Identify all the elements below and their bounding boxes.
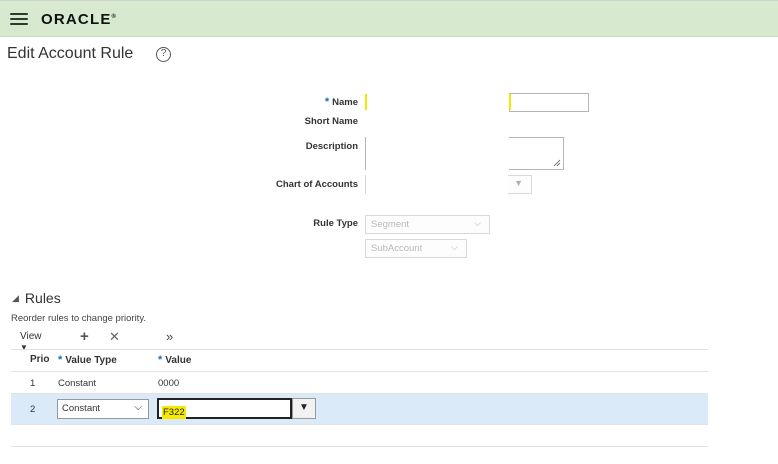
name-field-cursor bbox=[365, 94, 367, 110]
row-divider bbox=[11, 424, 708, 425]
page-title: Edit Account Rule bbox=[7, 45, 134, 62]
column-header-value[interactable]: * Value bbox=[158, 354, 191, 366]
chevron-down-icon: ⌵ bbox=[474, 218, 481, 228]
value-type-selected: Constant bbox=[62, 403, 101, 414]
rules-section-header[interactable]: ◢ Rules bbox=[12, 290, 61, 306]
oracle-logo[interactable]: ORACLE® bbox=[41, 11, 116, 28]
view-label: View bbox=[20, 331, 42, 342]
header-divider bbox=[11, 371, 708, 372]
row-priority: 2 bbox=[30, 404, 36, 415]
value-input-text: F322 bbox=[162, 406, 186, 419]
required-star-icon: * bbox=[158, 354, 163, 366]
top-header-bar: ORACLE® bbox=[0, 0, 778, 37]
column-header-priority[interactable]: Prio bbox=[30, 354, 49, 365]
table-top-border bbox=[11, 349, 708, 350]
frame-top-line bbox=[0, 0, 778, 1]
row-value-type: Constant bbox=[58, 378, 97, 389]
rule-type-select[interactable]: Segment ⌵ bbox=[365, 215, 490, 234]
more-actions-icon[interactable]: » bbox=[166, 329, 173, 344]
segment-value: SubAccount bbox=[371, 243, 423, 254]
chart-of-accounts-field-edge bbox=[365, 175, 366, 194]
short-name-label: Short Name bbox=[304, 116, 358, 127]
chevron-down-icon: ⌵ bbox=[134, 402, 142, 413]
description-field-edge bbox=[365, 137, 366, 170]
required-star-icon: * bbox=[324, 96, 330, 108]
name-input[interactable] bbox=[509, 93, 589, 112]
row-priority: 1 bbox=[30, 378, 36, 389]
description-textarea[interactable] bbox=[509, 137, 564, 170]
chevron-down-icon: ▼ bbox=[514, 178, 523, 188]
rules-hint-text: Reorder rules to change priority. bbox=[11, 313, 146, 324]
chart-of-accounts-select[interactable]: ▼ bbox=[508, 175, 532, 194]
row-value: 0000 bbox=[158, 378, 180, 389]
column-header-value-type[interactable]: * Value Type bbox=[58, 354, 117, 366]
rule-type-label: Rule Type bbox=[313, 218, 358, 229]
caret-down-icon: ▼ bbox=[299, 402, 309, 413]
logo-text: ORACLE bbox=[41, 11, 112, 28]
resize-handle-icon[interactable] bbox=[553, 159, 561, 167]
name-label: Name bbox=[332, 97, 358, 108]
hamburger-menu-icon[interactable] bbox=[10, 13, 28, 25]
value-lov-button[interactable]: ▼ bbox=[292, 398, 316, 419]
add-row-icon[interactable]: + bbox=[80, 328, 89, 345]
name-input-highlight bbox=[509, 94, 511, 110]
rule-type-value: Segment bbox=[371, 219, 410, 230]
value-type-header-label: Value Type bbox=[65, 355, 117, 366]
value-type-select[interactable]: Constant ⌵ bbox=[57, 399, 149, 419]
table-bottom-border bbox=[11, 446, 708, 447]
value-header-label: Value bbox=[165, 355, 192, 366]
segment-select[interactable]: SubAccount ⌵ bbox=[365, 239, 467, 258]
rules-title: Rules bbox=[24, 290, 61, 306]
chevron-down-icon: ⌵ bbox=[451, 242, 458, 252]
help-icon[interactable]: ? bbox=[156, 47, 171, 62]
name-label-wrap: * Name bbox=[290, 96, 358, 108]
caret-down-icon: ▼ bbox=[20, 343, 28, 352]
logo-registered-mark: ® bbox=[111, 14, 116, 20]
value-input[interactable]: F322 bbox=[157, 398, 292, 419]
description-label: Description bbox=[305, 141, 358, 152]
chart-of-accounts-label: Chart of Accounts bbox=[276, 179, 358, 190]
collapse-triangle-icon[interactable]: ◢ bbox=[12, 293, 19, 303]
required-star-icon: * bbox=[58, 354, 63, 366]
delete-row-icon[interactable]: ✕ bbox=[109, 329, 120, 345]
